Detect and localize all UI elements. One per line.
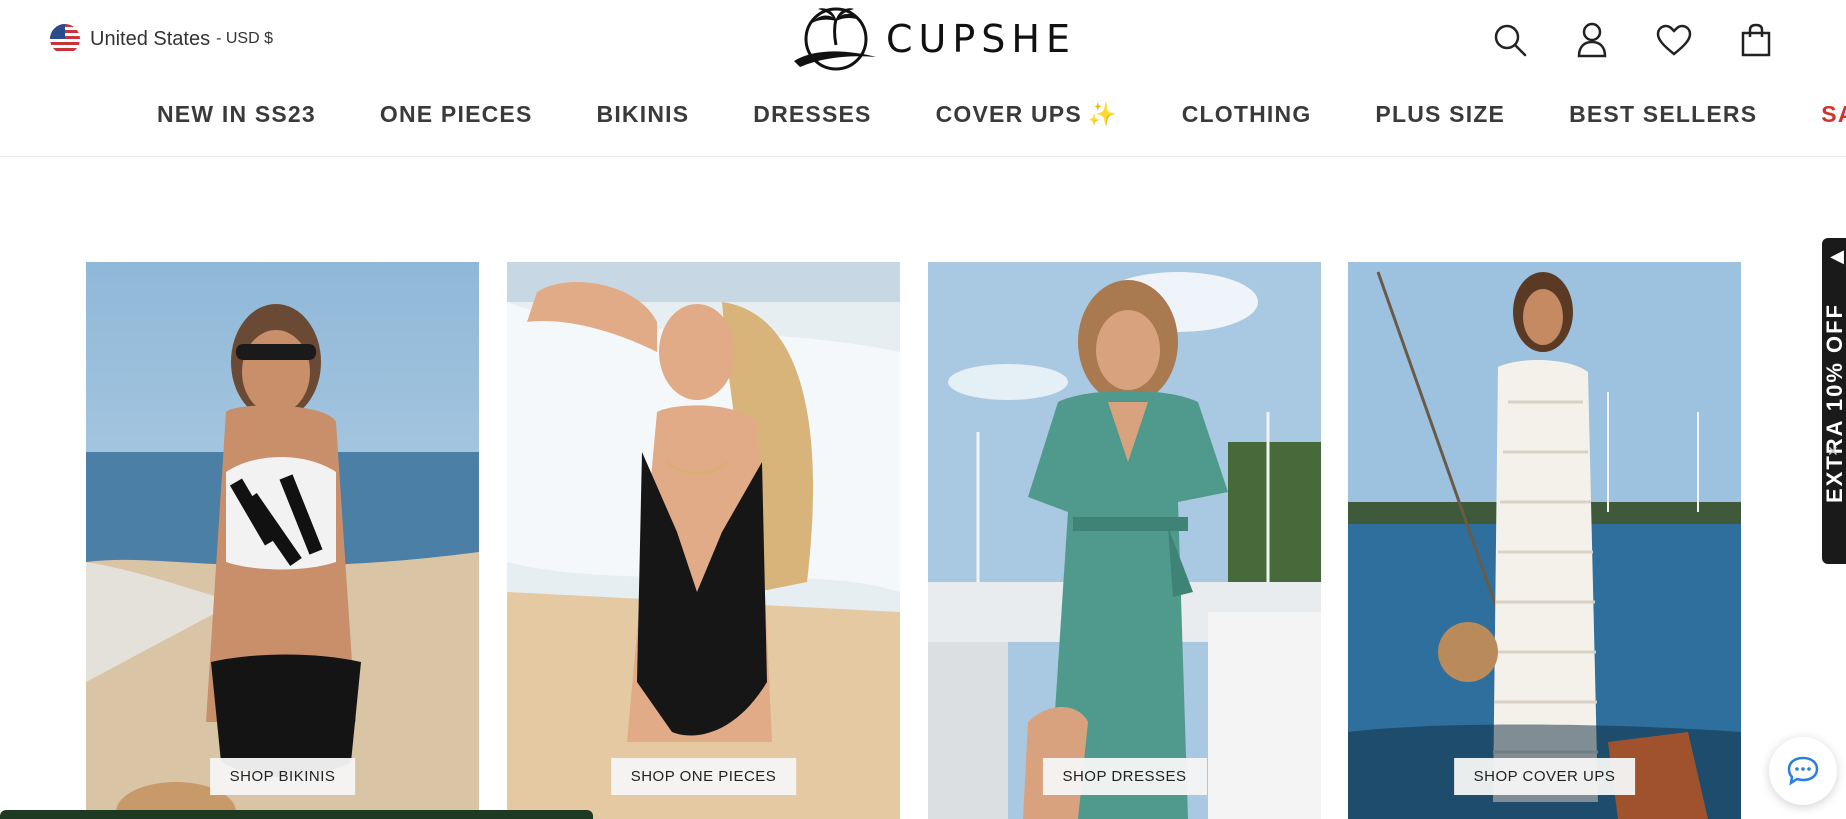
nav-bikinis[interactable]: BIKINIS <box>597 101 690 128</box>
cover-up-model-image <box>1348 262 1741 819</box>
cart-bag-icon[interactable] <box>1736 18 1776 62</box>
locale-currency: - USD $ <box>216 30 273 47</box>
brand-wordmark: CUPSHE <box>886 17 1076 61</box>
chat-button[interactable] <box>1769 737 1837 805</box>
shop-one-pieces-button[interactable]: SHOP ONE PIECES <box>610 758 797 795</box>
one-piece-model-image <box>507 262 900 819</box>
nav-cover-ups[interactable]: COVER UPS ✨ <box>936 101 1118 128</box>
nav-best-sellers[interactable]: BEST SELLERS <box>1569 101 1757 128</box>
search-icon[interactable] <box>1490 18 1530 62</box>
dress-model-image <box>928 262 1321 819</box>
shop-dresses-button[interactable]: SHOP DRESSES <box>1042 758 1207 795</box>
account-icon[interactable] <box>1572 18 1612 62</box>
nav-sale[interactable]: SALE <box>1821 101 1846 128</box>
category-tile-one-pieces[interactable]: SHOP ONE PIECES <box>507 262 900 819</box>
brand-logo[interactable]: CUPSHE <box>790 4 1076 74</box>
extra-discount-text: EXTRA 10% OFF <box>1822 303 1846 503</box>
extra-discount-tab[interactable]: ◀ EXTRA 10% OFF ✕ <box>1822 238 1846 564</box>
nav-clothing[interactable]: CLOTHING <box>1182 101 1312 128</box>
shop-cover-ups-button[interactable]: SHOP COVER UPS <box>1453 758 1636 795</box>
nav-plus-size[interactable]: PLUS SIZE <box>1375 101 1505 128</box>
shop-bikinis-button[interactable]: SHOP BIKINIS <box>209 758 356 795</box>
locale-country: United States <box>90 27 211 50</box>
arrow-left-icon: ◀ <box>1830 246 1844 266</box>
nav-dresses[interactable]: DRESSES <box>753 101 871 128</box>
header-icons <box>1490 18 1776 62</box>
chat-bubble-icon <box>1787 756 1819 786</box>
locale-selector[interactable]: United States - USD $ <box>50 24 273 54</box>
sparkle-icon: ✨ <box>1087 100 1118 127</box>
palm-tree-logo-icon <box>794 7 876 71</box>
close-icon[interactable]: ✕ <box>1827 443 1839 460</box>
main-nav: NEW IN SS23 ONE PIECES BIKINIS DRESSES C… <box>157 96 1846 132</box>
bikini-model-image <box>86 262 479 819</box>
category-tile-bikinis[interactable]: SHOP BIKINIS <box>86 262 479 819</box>
site-header: United States - USD $ CUPSHE NEW IN SS23… <box>0 0 1846 157</box>
category-tile-dresses[interactable]: SHOP DRESSES <box>928 262 1321 819</box>
nav-cover-ups-label: COVER UPS <box>935 100 1082 127</box>
page: United States - USD $ CUPSHE NEW IN SS23… <box>0 0 1846 819</box>
nav-one-pieces[interactable]: ONE PIECES <box>380 101 533 128</box>
nav-new-in[interactable]: NEW IN SS23 <box>157 101 316 128</box>
category-tile-cover-ups[interactable]: SHOP COVER UPS <box>1348 262 1741 819</box>
bottom-banner-edge[interactable] <box>0 810 593 819</box>
wishlist-heart-icon[interactable] <box>1654 18 1694 62</box>
us-flag-icon <box>50 24 80 54</box>
